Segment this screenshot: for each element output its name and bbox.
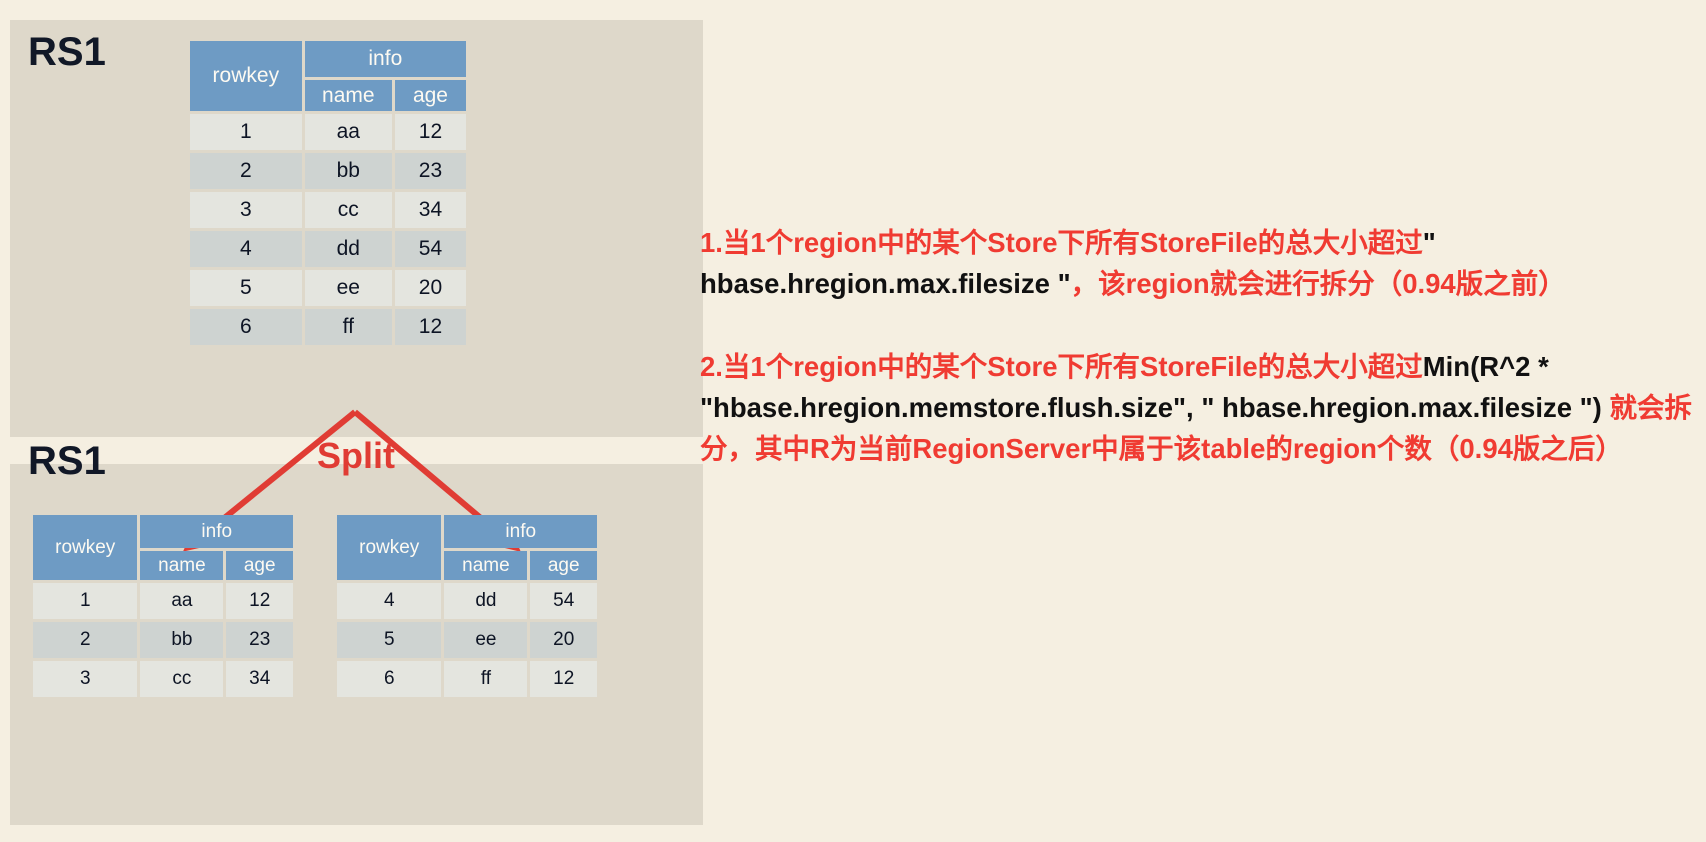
hbase-table-split-left: rowkey info name age 1 aa 12 2 bb 23 3 c…: [30, 512, 296, 700]
slide-canvas: RS1 rowkey info name age 1 aa 12 2 bb 23: [0, 0, 1706, 842]
table-row: 4 dd 54: [190, 231, 466, 267]
cell-age: 12: [226, 583, 293, 619]
note-2-text-before: 2.当1个region中的某个Store下所有StoreFile的总大小超过: [700, 351, 1423, 382]
cell-name: ee: [444, 622, 528, 658]
cell-name: ff: [444, 661, 528, 697]
cell-rowkey: 1: [190, 114, 302, 150]
column-header-age: age: [530, 551, 597, 580]
cell-rowkey: 6: [190, 309, 302, 345]
cell-rowkey: 6: [337, 661, 442, 697]
notes-column: 1.当1个region中的某个Store下所有StoreFile的总大小超过" …: [700, 222, 1700, 469]
column-header-age: age: [394, 80, 466, 111]
column-group-header-info: info: [304, 41, 466, 77]
cell-name: cc: [304, 192, 392, 228]
cell-name: aa: [304, 114, 392, 150]
column-header-rowkey: rowkey: [33, 515, 138, 580]
split-label: Split: [317, 435, 395, 476]
table-row: 5 ee 20: [190, 270, 466, 306]
cell-name: aa: [140, 583, 224, 619]
cell-name: ee: [304, 270, 392, 306]
column-group-header-info: info: [140, 515, 293, 548]
cell-rowkey: 5: [190, 270, 302, 306]
column-header-rowkey: rowkey: [337, 515, 442, 580]
cell-age: 23: [394, 153, 466, 189]
column-header-rowkey: rowkey: [190, 41, 302, 111]
table-header-row-top: rowkey info: [337, 515, 597, 580]
cell-age: 20: [394, 270, 466, 306]
note-paragraph-2: 2.当1个region中的某个Store下所有StoreFile的总大小超过Mi…: [700, 346, 1700, 469]
cell-name: dd: [304, 231, 392, 267]
cell-age: 34: [394, 192, 466, 228]
table-row: 5 ee 20: [337, 622, 597, 658]
cell-rowkey: 3: [33, 661, 138, 697]
cell-age: 20: [530, 622, 597, 658]
regionserver-label-top: RS1: [28, 30, 106, 74]
cell-name: ff: [304, 309, 392, 345]
cell-rowkey: 4: [190, 231, 302, 267]
column-header-name: name: [444, 551, 528, 580]
cell-age: 12: [394, 114, 466, 150]
table-header-row-top: rowkey info: [190, 41, 466, 111]
cell-name: bb: [140, 622, 224, 658]
regionserver-label-bottom: RS1: [28, 439, 106, 483]
note-1-text-after: ，该region就会进行拆分（0.94版之前）: [1070, 268, 1566, 299]
cell-name: dd: [444, 583, 528, 619]
cell-age: 23: [226, 622, 293, 658]
cell-rowkey: 4: [337, 583, 442, 619]
hbase-table-split-right: rowkey info name age 4 dd 54 5 ee 20 6 f…: [334, 512, 600, 700]
table-row: 2 bb 23: [33, 622, 293, 658]
column-group-header-info: info: [444, 515, 597, 548]
table-row: 6 ff 12: [337, 661, 597, 697]
table-row: 3 cc 34: [33, 661, 293, 697]
cell-age: 12: [394, 309, 466, 345]
cell-age: 54: [530, 583, 597, 619]
table-row: 2 bb 23: [190, 153, 466, 189]
column-header-name: name: [140, 551, 224, 580]
cell-name: bb: [304, 153, 392, 189]
hbase-table-main: rowkey info name age 1 aa 12 2 bb 23 3 c…: [187, 38, 469, 348]
cell-rowkey: 2: [190, 153, 302, 189]
table-header-row-top: rowkey info: [33, 515, 293, 580]
cell-name: cc: [140, 661, 224, 697]
table-row: 1 aa 12: [190, 114, 466, 150]
cell-age: 12: [530, 661, 597, 697]
note-paragraph-1: 1.当1个region中的某个Store下所有StoreFile的总大小超过" …: [700, 222, 1700, 304]
cell-rowkey: 5: [337, 622, 442, 658]
table-row: 3 cc 34: [190, 192, 466, 228]
column-header-name: name: [304, 80, 392, 111]
note-1-text-before: 1.当1个region中的某个Store下所有StoreFile的总大小超过: [700, 227, 1423, 258]
cell-age: 34: [226, 661, 293, 697]
column-header-age: age: [226, 551, 293, 580]
table-row: 1 aa 12: [33, 583, 293, 619]
table-row: 4 dd 54: [337, 583, 597, 619]
cell-rowkey: 1: [33, 583, 138, 619]
cell-rowkey: 2: [33, 622, 138, 658]
table-row: 6 ff 12: [190, 309, 466, 345]
cell-rowkey: 3: [190, 192, 302, 228]
cell-age: 54: [394, 231, 466, 267]
